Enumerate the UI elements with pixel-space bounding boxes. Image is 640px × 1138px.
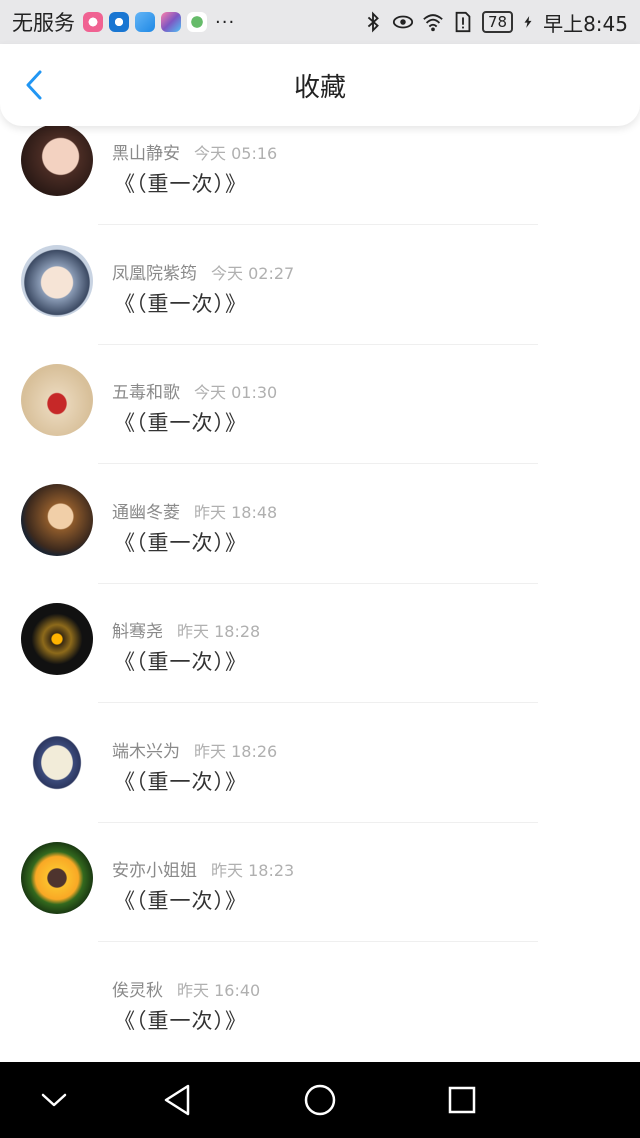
- app-notification-icon: [83, 12, 103, 32]
- divider: [98, 821, 538, 823]
- sim-alert-icon: [455, 11, 471, 33]
- user-name: 端木兴为: [112, 741, 180, 762]
- navigation-bar: [0, 1062, 640, 1138]
- user-name: 通幽冬菱: [112, 502, 180, 523]
- avatar[interactable]: [21, 124, 93, 196]
- clock: 早上8:45: [543, 11, 628, 36]
- list-item[interactable]: 端木兴为 昨天 18:26 《（重一次）》: [0, 722, 640, 844]
- list-item[interactable]: 五毒和歌 今天 01:30 《（重一次）》: [0, 364, 640, 485]
- divider: [98, 224, 538, 225]
- nav-back-button[interactable]: [158, 1080, 198, 1120]
- page-title: 收藏: [293, 72, 346, 103]
- divider: [98, 582, 538, 584]
- app-notification-icon: [109, 12, 129, 32]
- app-notification-icon: [161, 12, 181, 32]
- user-name: 黑山静安: [112, 144, 180, 164]
- chevron-down-icon: [41, 1093, 67, 1107]
- timestamp: 昨天 16:40: [177, 980, 261, 1000]
- circle-home-icon: [304, 1084, 336, 1116]
- timestamp: 今天 02:27: [211, 263, 295, 283]
- app-notification-icon: [135, 12, 155, 32]
- list-item-header: 五毒和歌 今天 01:30: [112, 378, 277, 403]
- status-right: 78 早上8:45: [362, 8, 628, 37]
- favorites-list: 黑山静安 今天 05:16 《（重一次）》 凤凰院紫筠 今天 02:27 《（重一次…: [0, 124, 640, 1082]
- user-name: 凤凰院紫筠: [112, 263, 197, 284]
- avatar[interactable]: [21, 961, 93, 1034]
- status-left: 无服务 ···: [12, 7, 235, 37]
- timestamp: 昨天 18:23: [211, 861, 295, 880]
- user-name: 斛骞尧: [112, 622, 163, 642]
- divider: [98, 702, 538, 703]
- triangle-back-icon: [164, 1084, 190, 1116]
- eye-icon: [392, 15, 414, 29]
- square-recent-icon: [448, 1086, 476, 1114]
- nav-collapse-button[interactable]: [34, 1080, 74, 1120]
- timestamp: 今天 05:16: [194, 144, 278, 163]
- divider: [98, 941, 538, 942]
- message-text: 《（重一次）》: [114, 769, 247, 794]
- list-item[interactable]: 斛骞尧 昨天 18:28 《（重一次）》: [0, 603, 640, 724]
- chevron-left-icon: [26, 70, 42, 100]
- message-text: 《（重一次）》: [114, 411, 247, 435]
- list-item-header: 安亦小姐姐 昨天 18:23: [112, 856, 294, 881]
- message-text: 《（重一次）》: [114, 291, 247, 316]
- back-button[interactable]: [18, 68, 52, 102]
- app-notification-icon: [187, 12, 207, 32]
- user-name: 五毒和歌: [112, 383, 180, 403]
- wifi-icon: [423, 14, 443, 32]
- list-item-header: 黑山静安 今天 05:16: [112, 139, 277, 164]
- message-text: 《（重一次）》: [114, 650, 247, 674]
- divider: [98, 343, 538, 345]
- avatar[interactable]: [21, 364, 93, 436]
- message-text: 《（重一次）》: [114, 889, 247, 913]
- nav-home-button[interactable]: [300, 1080, 340, 1120]
- avatar[interactable]: [21, 842, 93, 914]
- avatar[interactable]: [21, 244, 93, 317]
- divider: [98, 463, 538, 464]
- status-bar: 无服务 ··· 78 早上8:45: [0, 0, 640, 44]
- list-item-header: 端木兴为 昨天 18:26: [112, 737, 277, 762]
- avatar[interactable]: [21, 722, 93, 795]
- list-item-header: 俟灵秋 昨天 16:40: [112, 976, 260, 1001]
- list-item[interactable]: 凤凰院紫筠 今天 02:27 《（重一次）》: [0, 244, 640, 366]
- battery-indicator: 78: [481, 11, 514, 33]
- user-name: 安亦小姐姐: [112, 861, 197, 881]
- list-item-header: 通幽冬菱 昨天 18:48: [112, 498, 277, 523]
- message-text: 《（重一次）》: [114, 172, 247, 196]
- list-item[interactable]: 黑山静安 今天 05:16 《（重一次）》: [0, 124, 640, 246]
- more-notifications-icon: ···: [215, 11, 236, 33]
- message-text: 《（重一次）》: [114, 1008, 247, 1033]
- charging-icon: [524, 16, 532, 28]
- list-item-header: 斛骞尧 昨天 18:28: [112, 617, 260, 642]
- avatar[interactable]: [21, 603, 93, 675]
- timestamp: 今天 01:30: [194, 383, 278, 402]
- timestamp: 昨天 18:48: [194, 502, 278, 522]
- list-item-header: 凤凰院紫筠 今天 02:27: [112, 259, 294, 284]
- timestamp: 昨天 18:28: [177, 622, 261, 641]
- page-header: 收藏: [0, 44, 640, 126]
- user-name: 俟灵秋: [112, 980, 163, 1001]
- message-text: 《（重一次）》: [114, 530, 247, 555]
- list-item[interactable]: 通幽冬菱 昨天 18:48 《（重一次）》: [0, 483, 640, 605]
- bluetooth-icon: [367, 11, 379, 33]
- carrier-label: 无服务: [12, 11, 75, 35]
- avatar[interactable]: [21, 483, 93, 556]
- nav-recent-button[interactable]: [442, 1080, 482, 1120]
- timestamp: 昨天 18:26: [194, 741, 278, 761]
- list-item[interactable]: 安亦小姐姐 昨天 18:23 《（重一次）》: [0, 842, 640, 963]
